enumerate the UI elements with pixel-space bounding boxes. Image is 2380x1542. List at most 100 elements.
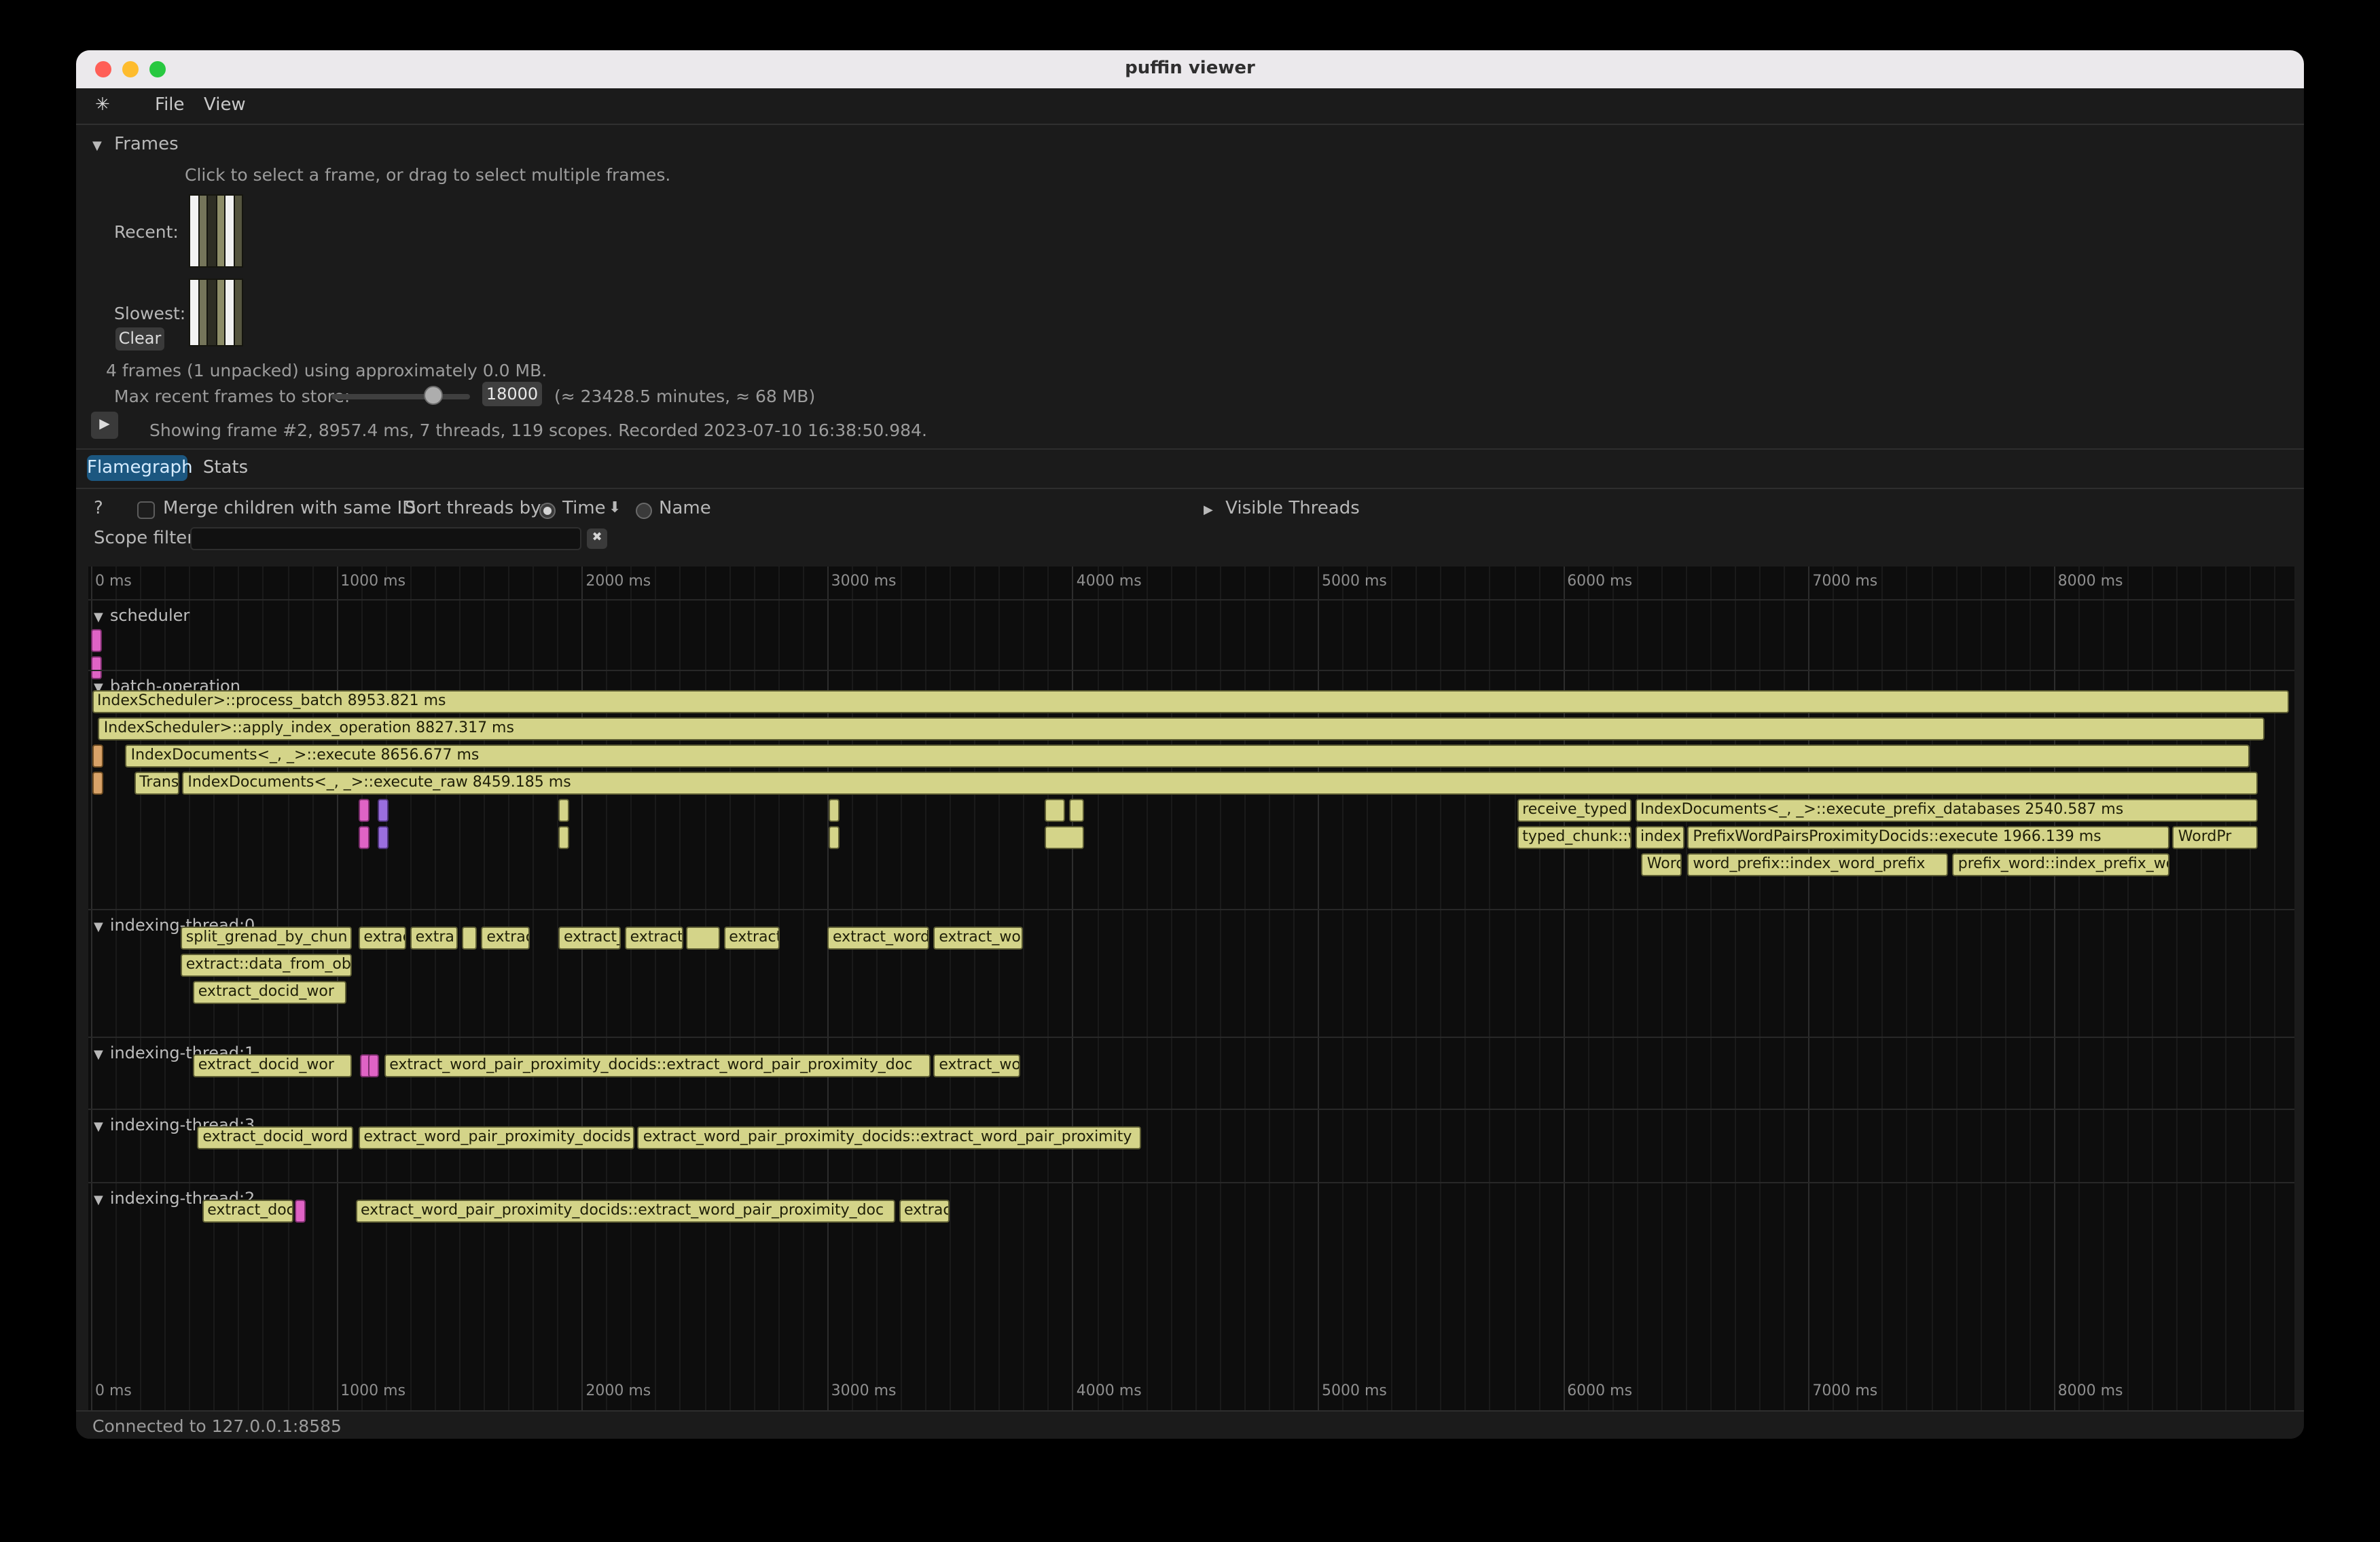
scope-bar[interactable]: extrac (481, 927, 530, 950)
slider-knob[interactable] (424, 386, 443, 405)
frame-bar[interactable] (208, 196, 215, 266)
clear-filter-button[interactable]: ✖ (587, 528, 607, 549)
flamegraph-canvas[interactable]: 0 ms0 ms1000 ms1000 ms2000 ms2000 ms3000… (88, 567, 2294, 1410)
scope-bar[interactable]: extract_ (558, 927, 620, 950)
scope-bar[interactable]: split_grenad_by_chun (181, 927, 352, 950)
scope-bar[interactable]: extract (723, 927, 780, 950)
scope-bar[interactable]: WordPr (2173, 826, 2258, 849)
scope-bar[interactable]: word_prefix::index_word_prefix (1687, 853, 1949, 876)
scope-bar[interactable]: extract_word_pair_proximity_docids::extr… (638, 1126, 1142, 1149)
clear-button[interactable]: Clear (115, 327, 164, 351)
frame-bar[interactable] (217, 196, 224, 266)
scope-bar[interactable]: extract_word_pair_proximity_docids::extr… (384, 1054, 930, 1077)
scope-bar[interactable] (462, 927, 477, 950)
scope-bar[interactable] (359, 799, 369, 822)
collapse-icon: ▶ (1204, 504, 1213, 518)
tab-stats[interactable]: Stats (196, 455, 255, 481)
scope-bar[interactable]: Trans (134, 772, 180, 795)
scope-bar[interactable]: IndexDocuments<_, _>::execute_prefix_dat… (1635, 799, 2258, 822)
frame-bar[interactable] (226, 196, 233, 266)
scope-bar[interactable] (359, 826, 369, 849)
scope-bar[interactable]: extract_docid_wor (193, 981, 346, 1004)
scope-bar[interactable] (92, 745, 103, 768)
app-menu-icon[interactable]: ✳ (95, 88, 110, 124)
scope-bar[interactable]: Word (1642, 853, 1682, 876)
scope-bar[interactable] (558, 799, 569, 822)
scope-bar[interactable] (1068, 799, 1083, 822)
scope-bar[interactable] (1045, 799, 1065, 822)
frame-bar[interactable] (234, 280, 242, 345)
frame-bar[interactable] (199, 280, 206, 345)
frame-bar[interactable] (208, 280, 215, 345)
scope-bar[interactable]: IndexScheduler>::process_batch 8953.821 … (92, 690, 2288, 713)
scope-bar[interactable] (91, 656, 102, 679)
slowest-frames-thumbnail[interactable] (189, 279, 243, 346)
tab-flamegraph[interactable]: Flamegraph (87, 455, 187, 481)
play-button[interactable]: ▶ (91, 412, 118, 439)
scope-bar[interactable]: index (1635, 826, 1684, 849)
max-frames-slider[interactable] (331, 387, 470, 404)
frame-bar[interactable] (199, 196, 206, 266)
sort-time-label[interactable]: Time (562, 499, 606, 519)
scope-filter-input[interactable] (190, 527, 581, 550)
scope-bar[interactable]: extract (358, 927, 405, 950)
scope-bar[interactable]: extract_wo (933, 927, 1023, 950)
max-frames-value[interactable]: 18000 (482, 382, 542, 406)
scope-bar[interactable]: IndexDocuments<_, _>::execute_raw 8459.1… (182, 772, 2257, 795)
merge-label[interactable]: Merge children with same ID (163, 499, 416, 519)
scope-bar[interactable]: extra (410, 927, 458, 950)
frame-bar[interactable] (234, 196, 242, 266)
scope-bar[interactable]: extract_word_pair_proximity_docids (358, 1126, 634, 1149)
scope-bar[interactable]: extract_word (827, 927, 929, 950)
sort-time-radio[interactable] (539, 503, 556, 519)
scope-bar[interactable] (369, 1054, 380, 1077)
scope-bar[interactable]: extrac (899, 1200, 950, 1223)
sort-name-label[interactable]: Name (659, 499, 711, 519)
axis-tick-label: 8000 ms (2058, 572, 2123, 590)
scope-bar[interactable]: extract::data_from_ob (181, 954, 352, 977)
scope-bar[interactable] (1045, 826, 1084, 849)
scope-bar[interactable]: receive_typed (1517, 799, 1632, 822)
thread-separator (88, 909, 2294, 910)
frames-section-header[interactable]: ▼ Frames (92, 135, 179, 155)
frame-bar[interactable] (190, 196, 198, 266)
scope-bar[interactable]: extract_doc (202, 1200, 293, 1223)
menu-view[interactable]: View (204, 88, 246, 124)
scope-bar[interactable] (378, 799, 389, 822)
scope-bar[interactable] (686, 927, 719, 950)
scope-bar[interactable] (92, 772, 103, 795)
radio-dot (543, 507, 552, 515)
help-button[interactable]: ? (94, 499, 103, 519)
scope-bar[interactable] (378, 826, 389, 849)
scope-bar[interactable] (829, 799, 840, 822)
sort-name-radio[interactable] (636, 503, 652, 519)
scope-bar[interactable] (558, 826, 569, 849)
scope-bar[interactable]: PrefixWordPairsProximityDocids::execute … (1687, 826, 2169, 849)
scope-bar[interactable]: extract_docid_word (197, 1126, 353, 1149)
scope-bar[interactable]: typed_chunk::w (1517, 826, 1632, 849)
scope-bar[interactable] (91, 629, 102, 652)
frame-bar[interactable] (217, 280, 224, 345)
frame-bar[interactable] (226, 280, 233, 345)
slowest-label: Slowest: (114, 303, 185, 323)
menu-file[interactable]: File (155, 88, 185, 124)
axis-tick-label: 5000 ms (1322, 572, 1387, 590)
max-frames-label: Max recent frames to store: (114, 386, 350, 406)
window-title: puffin viewer (76, 50, 2304, 88)
scope-bar[interactable]: extract_docid_wor (193, 1054, 352, 1077)
scope-bar[interactable]: prefix_word::index_prefix_wo (1953, 853, 2170, 876)
title-bar[interactable]: puffin viewer (76, 50, 2304, 90)
recent-frames-thumbnail[interactable] (189, 194, 243, 268)
scope-bar[interactable]: extract_ (625, 927, 683, 950)
scope-bar[interactable]: IndexDocuments<_, _>::execute 8656.677 m… (126, 745, 2250, 768)
visible-threads-header[interactable]: ▶ Visible Threads (1204, 499, 1360, 519)
scope-bar[interactable] (294, 1200, 305, 1223)
thread-header[interactable]: ▼scheduler (94, 606, 190, 625)
scope-bar[interactable]: extract_wo (933, 1054, 1020, 1077)
frame-bar[interactable] (190, 280, 198, 345)
scope-bar[interactable] (829, 826, 840, 849)
sort-direction-icon[interactable]: ⬇ (609, 499, 621, 516)
scope-bar[interactable]: IndexScheduler>::apply_index_operation 8… (98, 717, 2264, 740)
merge-checkbox[interactable] (137, 501, 155, 519)
scope-bar[interactable]: extract_word_pair_proximity_docids::extr… (355, 1200, 896, 1223)
